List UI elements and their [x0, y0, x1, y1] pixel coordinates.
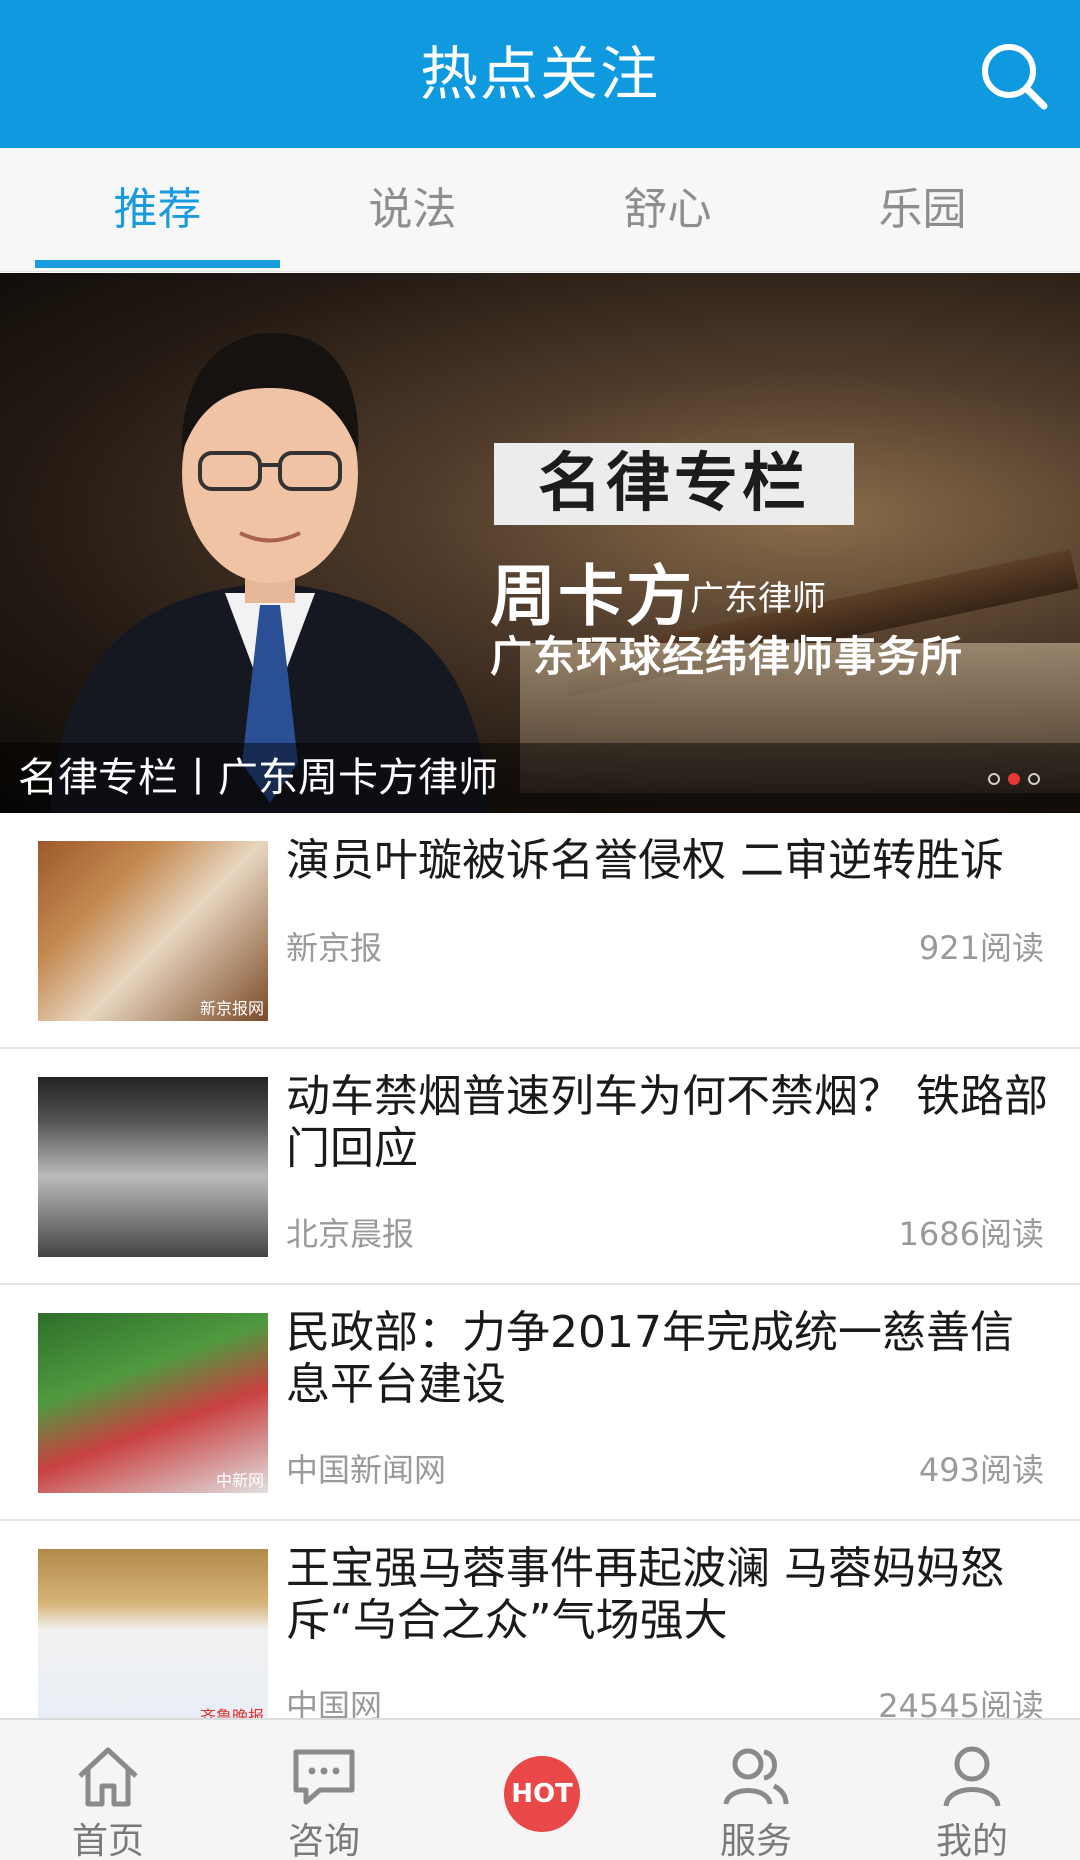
news-thumbnail: 新京报网	[38, 841, 268, 1021]
chat-icon	[293, 1749, 355, 1805]
news-read-count: 921阅读	[918, 929, 1044, 967]
news-source: 北京晨报	[286, 1215, 415, 1253]
active-tab-indicator	[35, 260, 280, 268]
news-read-count: 493阅读	[918, 1451, 1044, 1489]
nav-label: 咨询	[287, 1821, 360, 1860]
law-firm-name: 广东环球经纬律师事务所	[490, 632, 964, 681]
category-tabs: 推荐 说法 舒心 乐园	[0, 148, 1080, 272]
nav-hot[interactable]: HOT	[432, 1720, 648, 1860]
hot-icon: HOT	[504, 1756, 580, 1832]
nav-service[interactable]: 服务	[648, 1720, 864, 1860]
column-title-box: 名律专栏	[494, 443, 854, 525]
carousel-dot[interactable]	[1028, 773, 1040, 785]
user-icon	[943, 1746, 1001, 1807]
nav-mine[interactable]: 我的	[864, 1720, 1080, 1860]
top-app-bar: 热点关注	[0, 0, 1080, 148]
news-item[interactable]: 中新网 民政部：力争2017年完成统一慈善信息平台建设 中国新闻网 493阅读	[0, 1285, 1080, 1521]
news-thumbnail: 中新网	[38, 1313, 268, 1493]
news-read-count: 1686阅读	[898, 1215, 1044, 1253]
news-title: 动车禁烟普速列车为何不禁烟？ 铁路部门回应	[286, 1071, 1048, 1174]
nav-label: 首页	[71, 1821, 144, 1860]
thumbnail-watermark: 新京报网	[199, 999, 264, 1018]
lawyer-photo	[50, 333, 490, 813]
news-list: 新京报网 演员叶璇被诉名誉侵权 二审逆转胜诉 新京报 921阅读 动车禁烟普速列…	[0, 813, 1080, 1757]
tab-relax[interactable]: 舒心	[540, 148, 795, 272]
people-icon	[723, 1748, 789, 1805]
nav-consult[interactable]: 咨询	[216, 1720, 432, 1860]
banner-carousel[interactable]: 名律专栏 周卡方 广东律师 广东环球经纬律师事务所 名律专栏丨广东周卡方律师	[0, 273, 1080, 813]
nav-label: 服务	[719, 1821, 792, 1860]
news-title: 民政部：力争2017年完成统一慈善信息平台建设	[286, 1307, 1014, 1410]
carousel-indicator	[980, 770, 1040, 786]
news-thumbnail: 齐鲁晚报	[38, 1549, 268, 1729]
search-icon	[982, 44, 1048, 110]
news-thumbnail	[38, 1077, 268, 1257]
news-title: 王宝强马蓉事件再起波澜 马蓉妈妈怒斥“乌合之众”气场强大	[286, 1543, 1004, 1646]
banner-caption: 名律专栏丨广东周卡方律师	[18, 755, 498, 801]
bottom-nav: 首页 咨询 HOT 服务 我的	[0, 1718, 1080, 1860]
tab-park[interactable]: 乐园	[795, 148, 1050, 272]
carousel-dot[interactable]	[988, 773, 1000, 785]
nav-home[interactable]: 首页	[0, 1720, 216, 1860]
news-item[interactable]: 动车禁烟普速列车为何不禁烟？ 铁路部门回应 北京晨报 1686阅读	[0, 1049, 1080, 1285]
lawyer-role: 广东律师	[690, 579, 826, 619]
nav-label: 我的	[935, 1821, 1008, 1860]
page-title: 热点关注	[419, 40, 660, 108]
thumbnail-watermark: 中新网	[215, 1471, 264, 1490]
news-title: 演员叶璇被诉名誉侵权 二审逆转胜诉	[286, 835, 1004, 886]
home-icon	[78, 1747, 138, 1807]
news-item[interactable]: 新京报网 演员叶璇被诉名誉侵权 二审逆转胜诉 新京报 921阅读	[0, 813, 1080, 1049]
news-source: 新京报	[286, 929, 383, 967]
search-button[interactable]	[976, 38, 1052, 114]
app-root: 热点关注 推荐 说法 舒心 乐园 名律专栏 周卡方 广东律师 广东环球经纬律师事…	[0, 0, 1080, 1860]
tab-recommend[interactable]: 推荐	[30, 148, 285, 272]
tab-law[interactable]: 说法	[285, 148, 540, 272]
news-source: 中国新闻网	[286, 1451, 447, 1489]
carousel-dot-active[interactable]	[1008, 773, 1020, 785]
